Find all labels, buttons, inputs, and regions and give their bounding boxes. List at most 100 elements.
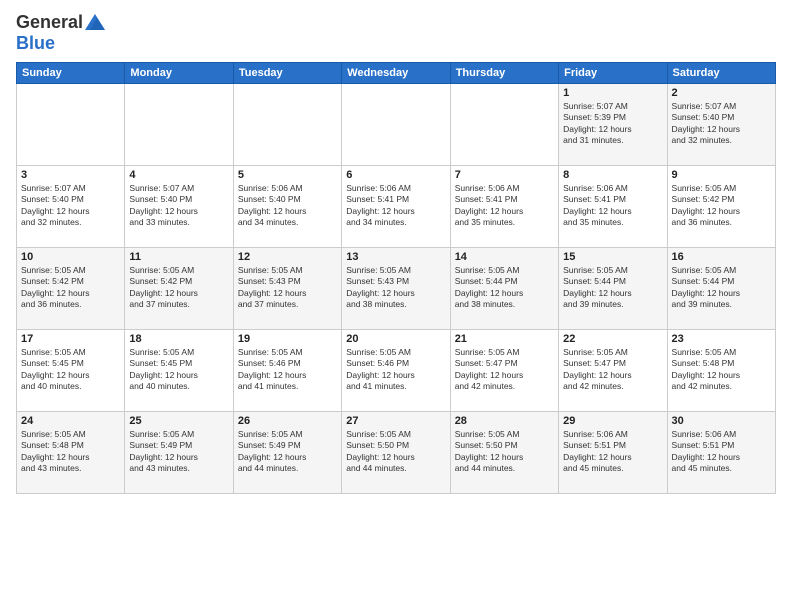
calendar-cell: 17 Sunrise: 5:05 AM Sunset: 5:45 PM Dayli…	[17, 330, 125, 412]
calendar-cell: 27 Sunrise: 5:05 AM Sunset: 5:50 PM Dayli…	[342, 412, 450, 494]
calendar-cell: 20 Sunrise: 5:05 AM Sunset: 5:46 PM Dayli…	[342, 330, 450, 412]
calendar-week-1: 1 Sunrise: 5:07 AM Sunset: 5:39 PM Daylig…	[17, 84, 776, 166]
day-number: 7	[455, 169, 554, 181]
calendar-cell: 26 Sunrise: 5:05 AM Sunset: 5:49 PM Dayli…	[233, 412, 341, 494]
calendar-cell: 30 Sunrise: 5:06 AM Sunset: 5:51 PM Dayli…	[667, 412, 775, 494]
day-number: 16	[672, 251, 771, 263]
col-header-sunday: Sunday	[17, 63, 125, 84]
calendar-week-2: 3 Sunrise: 5:07 AM Sunset: 5:40 PM Daylig…	[17, 166, 776, 248]
calendar-header-row: SundayMondayTuesdayWednesdayThursdayFrid…	[17, 63, 776, 84]
day-number: 21	[455, 333, 554, 345]
day-info: Sunrise: 5:05 AM Sunset: 5:47 PM Dayligh…	[455, 347, 554, 393]
day-number: 9	[672, 169, 771, 181]
page: General Blue SundayMondayTuesdayWednesda…	[0, 0, 792, 612]
day-info: Sunrise: 5:05 AM Sunset: 5:47 PM Dayligh…	[563, 347, 662, 393]
day-number: 18	[129, 333, 228, 345]
day-info: Sunrise: 5:05 AM Sunset: 5:46 PM Dayligh…	[238, 347, 337, 393]
logo: General Blue	[16, 12, 105, 54]
day-info: Sunrise: 5:05 AM Sunset: 5:44 PM Dayligh…	[563, 265, 662, 311]
calendar-cell: 11 Sunrise: 5:05 AM Sunset: 5:42 PM Dayli…	[125, 248, 233, 330]
day-number: 14	[455, 251, 554, 263]
header: General Blue	[16, 12, 776, 54]
day-info: Sunrise: 5:07 AM Sunset: 5:40 PM Dayligh…	[21, 183, 120, 229]
day-info: Sunrise: 5:05 AM Sunset: 5:45 PM Dayligh…	[21, 347, 120, 393]
calendar-cell: 22 Sunrise: 5:05 AM Sunset: 5:47 PM Dayli…	[559, 330, 667, 412]
calendar-cell: 12Sunrise: 5:05 AM Sunset: 5:43 PM Dayli…	[233, 248, 341, 330]
calendar-cell: 24Sunrise: 5:05 AM Sunset: 5:48 PM Dayli…	[17, 412, 125, 494]
day-info: Sunrise: 5:06 AM Sunset: 5:41 PM Dayligh…	[563, 183, 662, 229]
calendar-cell	[17, 84, 125, 166]
day-info: Sunrise: 5:05 AM Sunset: 5:46 PM Dayligh…	[346, 347, 445, 393]
col-header-thursday: Thursday	[450, 63, 558, 84]
day-number: 4	[129, 169, 228, 181]
day-number: 10	[21, 251, 120, 263]
calendar-cell: 1 Sunrise: 5:07 AM Sunset: 5:39 PM Daylig…	[559, 84, 667, 166]
day-number: 12	[238, 251, 337, 263]
day-info: Sunrise: 5:07 AM Sunset: 5:40 PM Dayligh…	[672, 101, 771, 147]
day-info: Sunrise: 5:06 AM Sunset: 5:41 PM Dayligh…	[346, 183, 445, 229]
day-info: Sunrise: 5:05 AM Sunset: 5:44 PM Dayligh…	[672, 265, 771, 311]
calendar-cell: 21 Sunrise: 5:05 AM Sunset: 5:47 PM Dayli…	[450, 330, 558, 412]
day-number: 23	[672, 333, 771, 345]
day-number: 22	[563, 333, 662, 345]
day-number: 20	[346, 333, 445, 345]
calendar-cell	[342, 84, 450, 166]
calendar-cell: 9 Sunrise: 5:05 AM Sunset: 5:42 PM Daylig…	[667, 166, 775, 248]
day-number: 27	[346, 415, 445, 427]
day-number: 26	[238, 415, 337, 427]
day-info: Sunrise: 5:05 AM Sunset: 5:42 PM Dayligh…	[672, 183, 771, 229]
day-number: 5	[238, 169, 337, 181]
day-number: 28	[455, 415, 554, 427]
col-header-saturday: Saturday	[667, 63, 775, 84]
calendar-cell: 23Sunrise: 5:05 AM Sunset: 5:48 PM Dayli…	[667, 330, 775, 412]
calendar-cell: 6 Sunrise: 5:06 AM Sunset: 5:41 PM Daylig…	[342, 166, 450, 248]
calendar-cell: 2 Sunrise: 5:07 AM Sunset: 5:40 PM Daylig…	[667, 84, 775, 166]
calendar-week-5: 24Sunrise: 5:05 AM Sunset: 5:48 PM Dayli…	[17, 412, 776, 494]
day-info: Sunrise: 5:06 AM Sunset: 5:40 PM Dayligh…	[238, 183, 337, 229]
day-number: 29	[563, 415, 662, 427]
calendar-cell: 4Sunrise: 5:07 AM Sunset: 5:40 PM Daylig…	[125, 166, 233, 248]
day-info: Sunrise: 5:05 AM Sunset: 5:50 PM Dayligh…	[346, 429, 445, 475]
calendar-cell: 3 Sunrise: 5:07 AM Sunset: 5:40 PM Daylig…	[17, 166, 125, 248]
col-header-wednesday: Wednesday	[342, 63, 450, 84]
day-info: Sunrise: 5:05 AM Sunset: 5:42 PM Dayligh…	[21, 265, 120, 311]
day-number: 17	[21, 333, 120, 345]
day-number: 8	[563, 169, 662, 181]
day-number: 15	[563, 251, 662, 263]
logo-blue-text: Blue	[16, 33, 105, 54]
calendar-week-4: 17 Sunrise: 5:05 AM Sunset: 5:45 PM Dayli…	[17, 330, 776, 412]
calendar-cell: 10 Sunrise: 5:05 AM Sunset: 5:42 PM Dayli…	[17, 248, 125, 330]
day-number: 24	[21, 415, 120, 427]
calendar-cell	[233, 84, 341, 166]
day-info: Sunrise: 5:05 AM Sunset: 5:45 PM Dayligh…	[129, 347, 228, 393]
day-info: Sunrise: 5:05 AM Sunset: 5:44 PM Dayligh…	[455, 265, 554, 311]
day-number: 11	[129, 251, 228, 263]
day-number: 30	[672, 415, 771, 427]
day-info: Sunrise: 5:05 AM Sunset: 5:49 PM Dayligh…	[238, 429, 337, 475]
calendar-cell: 28Sunrise: 5:05 AM Sunset: 5:50 PM Dayli…	[450, 412, 558, 494]
col-header-monday: Monday	[125, 63, 233, 84]
calendar-cell	[450, 84, 558, 166]
calendar-cell: 5 Sunrise: 5:06 AM Sunset: 5:40 PM Daylig…	[233, 166, 341, 248]
day-info: Sunrise: 5:07 AM Sunset: 5:39 PM Dayligh…	[563, 101, 662, 147]
calendar-cell: 8 Sunrise: 5:06 AM Sunset: 5:41 PM Daylig…	[559, 166, 667, 248]
day-info: Sunrise: 5:06 AM Sunset: 5:51 PM Dayligh…	[672, 429, 771, 475]
day-info: Sunrise: 5:06 AM Sunset: 5:41 PM Dayligh…	[455, 183, 554, 229]
day-info: Sunrise: 5:06 AM Sunset: 5:51 PM Dayligh…	[563, 429, 662, 475]
day-number: 6	[346, 169, 445, 181]
day-number: 13	[346, 251, 445, 263]
calendar-cell	[125, 84, 233, 166]
day-info: Sunrise: 5:05 AM Sunset: 5:49 PM Dayligh…	[129, 429, 228, 475]
day-number: 3	[21, 169, 120, 181]
day-number: 2	[672, 87, 771, 99]
calendar-cell: 16 Sunrise: 5:05 AM Sunset: 5:44 PM Dayli…	[667, 248, 775, 330]
calendar-cell: 19Sunrise: 5:05 AM Sunset: 5:46 PM Dayli…	[233, 330, 341, 412]
calendar-cell: 7 Sunrise: 5:06 AM Sunset: 5:41 PM Daylig…	[450, 166, 558, 248]
calendar-week-3: 10 Sunrise: 5:05 AM Sunset: 5:42 PM Dayli…	[17, 248, 776, 330]
day-info: Sunrise: 5:05 AM Sunset: 5:42 PM Dayligh…	[129, 265, 228, 311]
calendar-cell: 15 Sunrise: 5:05 AM Sunset: 5:44 PM Dayli…	[559, 248, 667, 330]
col-header-tuesday: Tuesday	[233, 63, 341, 84]
logo-general-text: General	[16, 12, 83, 33]
day-number: 1	[563, 87, 662, 99]
day-number: 25	[129, 415, 228, 427]
